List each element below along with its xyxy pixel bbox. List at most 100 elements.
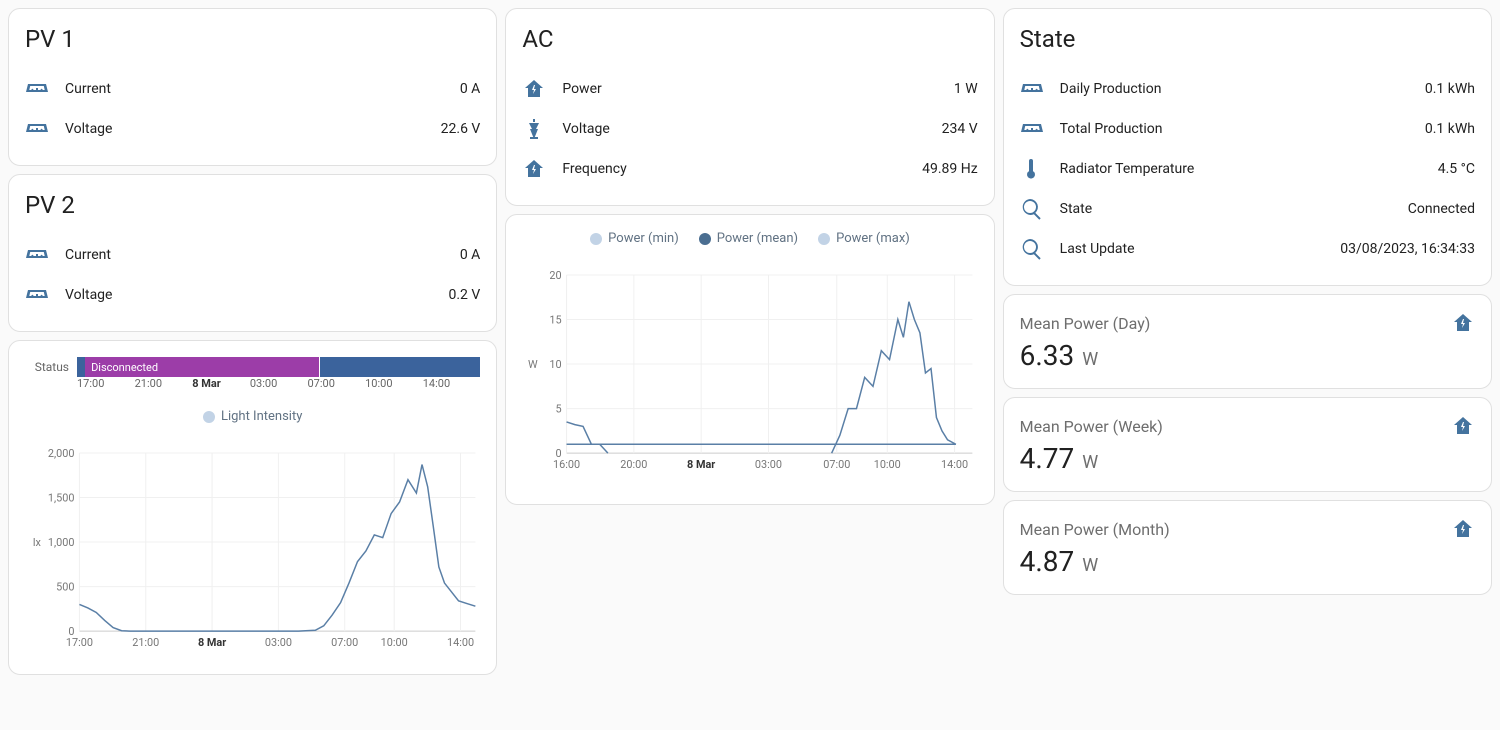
pv1-current-row[interactable]: Current 0 A	[25, 69, 480, 109]
legend-power-min: Power (min)	[608, 231, 679, 246]
mean-power-week-unit: W	[1082, 452, 1098, 473]
power-chart-card: Power (min) Power (mean) Power (max)	[505, 214, 994, 505]
pv1-voltage-value: 22.6 V	[441, 121, 481, 137]
power-chart-legend: Power (min) Power (mean) Power (max)	[522, 231, 977, 246]
status-axis-label: Status	[25, 360, 69, 374]
solar-power-icon	[25, 117, 49, 141]
power-xtick: 07:00	[824, 458, 851, 471]
status-tick: 17:00	[77, 377, 135, 393]
legend-item-light[interactable]: Light Intensity	[203, 409, 302, 424]
pv1-current-value: 0 A	[460, 81, 480, 97]
mean-power-day-unit: W	[1082, 349, 1098, 370]
status-tick: 07:00	[308, 377, 366, 393]
pv2-current-row[interactable]: Current 0 A	[25, 235, 480, 275]
mean-power-day-card[interactable]: Mean Power (Day) 6.33 W	[1003, 294, 1492, 389]
status-seg-connected-early	[77, 357, 85, 377]
pv2-card: PV 2 Current 0 A Voltage 0.2 V	[8, 174, 497, 332]
pv1-title: PV 1	[25, 25, 480, 53]
state-total-value: 0.1 kWh	[1425, 121, 1475, 137]
solar-power-icon	[25, 243, 49, 267]
mean-power-month-value: 4.87	[1020, 545, 1075, 578]
mean-power-week-title: Mean Power (Week)	[1020, 417, 1163, 436]
power-ylabel: W	[528, 358, 538, 371]
mean-power-week-value: 4.77	[1020, 442, 1075, 475]
state-card: State Daily Production 0.1 kWh Total Pro…	[1003, 8, 1492, 286]
state-status-row[interactable]: State Connected	[1020, 189, 1475, 229]
state-total-label: Total Production	[1060, 121, 1409, 137]
ac-power-label: Power	[562, 81, 938, 97]
power-xtick: 20:00	[621, 458, 648, 471]
legend-item-power-max[interactable]: Power (max)	[818, 231, 910, 246]
magnify-icon	[1020, 197, 1044, 221]
status-disconnected-label: Disconnected	[91, 361, 158, 374]
solar-power-icon	[25, 77, 49, 101]
light-xtick: 21:00	[132, 636, 159, 649]
ac-power-row[interactable]: Power 1 W	[522, 69, 977, 109]
power-data-line-segment-1	[567, 422, 608, 453]
state-daily-label: Daily Production	[1060, 81, 1409, 97]
ac-power-chart[interactable]: 0 5 10 15 20 W 16:00 20:00 8 Mar 03:00 0…	[522, 254, 977, 484]
pv1-current-label: Current	[65, 81, 444, 97]
state-daily-value: 0.1 kWh	[1425, 81, 1475, 97]
ac-voltage-row[interactable]: Voltage 234 V	[522, 109, 977, 149]
status-tick: 8 Mar	[192, 377, 250, 393]
status-ticks: 17:00 21:00 8 Mar 03:00 07:00 10:00 14:0…	[77, 377, 480, 393]
mean-power-month-title: Mean Power (Month)	[1020, 520, 1170, 539]
solar-power-icon	[1020, 77, 1044, 101]
light-ylabel: lx	[33, 536, 42, 549]
ac-power-value: 1 W	[954, 81, 978, 97]
legend-dot-icon	[203, 411, 215, 423]
state-update-row[interactable]: Last Update 03/08/2023, 16:34:33	[1020, 229, 1475, 269]
transmission-tower-icon	[522, 117, 546, 141]
legend-item-power-min[interactable]: Power (min)	[590, 231, 679, 246]
state-radiator-row[interactable]: Radiator Temperature 4.5 °C	[1020, 149, 1475, 189]
pv1-card: PV 1 Current 0 A Voltage 22.6 V	[8, 8, 497, 166]
status-tick: 14:00	[423, 377, 481, 393]
state-radiator-label: Radiator Temperature	[1060, 161, 1422, 177]
ac-frequency-value: 49.89 Hz	[922, 161, 978, 177]
pv2-current-value: 0 A	[460, 247, 480, 263]
power-xtick: 03:00	[755, 458, 782, 471]
power-ytick: 10	[550, 358, 562, 371]
state-update-label: Last Update	[1060, 241, 1325, 257]
ac-title: AC	[522, 25, 977, 53]
pv1-voltage-row[interactable]: Voltage 22.6 V	[25, 109, 480, 149]
power-ytick: 20	[550, 269, 562, 282]
light-intensity-chart[interactable]: 0 500 1,000 1,500 2,000 lx 17:00 21:00 8…	[25, 432, 480, 662]
status-tick: 21:00	[135, 377, 193, 393]
legend-dot-icon	[590, 233, 602, 245]
state-daily-row[interactable]: Daily Production 0.1 kWh	[1020, 69, 1475, 109]
light-ytick: 1,500	[48, 491, 75, 504]
state-radiator-value: 4.5 °C	[1438, 161, 1475, 177]
state-title: State	[1020, 25, 1475, 53]
pv2-current-label: Current	[65, 247, 444, 263]
light-xtick: 07:00	[331, 636, 358, 649]
ac-frequency-label: Frequency	[562, 161, 906, 177]
legend-light-label: Light Intensity	[221, 409, 302, 424]
pv2-voltage-label: Voltage	[65, 287, 433, 303]
status-seg-disconnected: Disconnected	[85, 357, 319, 377]
state-total-row[interactable]: Total Production 0.1 kWh	[1020, 109, 1475, 149]
status-seg-connected	[319, 357, 480, 377]
legend-power-mean: Power (mean)	[717, 231, 798, 246]
house-bolt-icon	[1451, 414, 1475, 438]
status-bar: Disconnected	[77, 357, 480, 377]
light-ytick: 500	[56, 581, 74, 594]
light-chart-legend: Light Intensity	[25, 409, 480, 424]
pv2-voltage-row[interactable]: Voltage 0.2 V	[25, 275, 480, 315]
pv2-voltage-value: 0.2 V	[449, 287, 481, 303]
ac-frequency-row[interactable]: Frequency 49.89 Hz	[522, 149, 977, 189]
legend-item-power-mean[interactable]: Power (mean)	[699, 231, 798, 246]
light-ytick: 1,000	[48, 536, 75, 549]
house-bolt-icon	[1451, 311, 1475, 335]
power-xtick: 16:00	[553, 458, 580, 471]
status-timeline[interactable]: Status Disconnected	[25, 357, 480, 377]
ac-voltage-value: 234 V	[942, 121, 978, 137]
mean-power-week-card[interactable]: Mean Power (Week) 4.77 W	[1003, 397, 1492, 492]
light-xtick: 10:00	[381, 636, 408, 649]
magnify-icon	[1020, 237, 1044, 261]
light-ytick: 2,000	[48, 447, 75, 460]
pv2-title: PV 2	[25, 191, 480, 219]
power-xtick: 8 Mar	[687, 458, 715, 471]
mean-power-month-card[interactable]: Mean Power (Month) 4.87 W	[1003, 500, 1492, 595]
